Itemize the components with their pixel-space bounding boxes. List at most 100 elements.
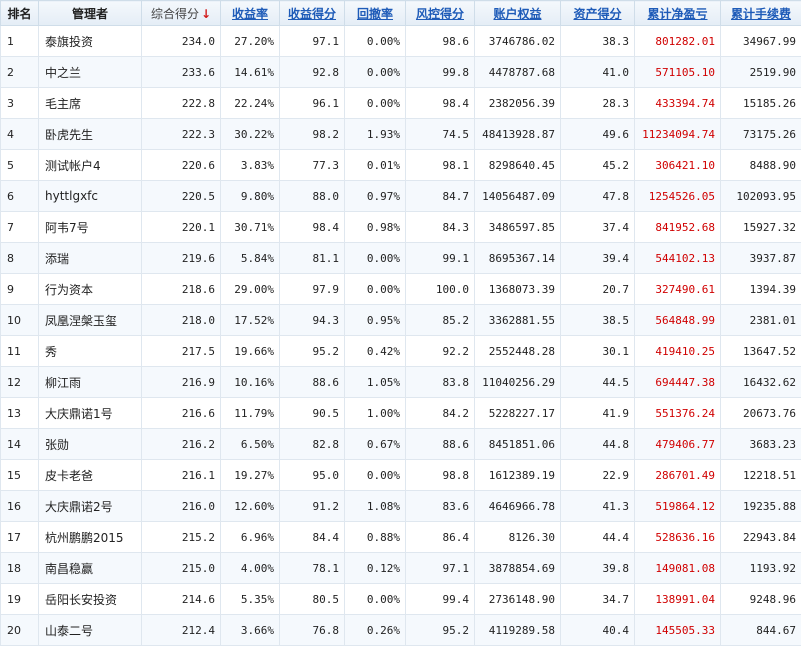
header-asset-score[interactable]: 资产得分 <box>560 0 635 26</box>
cell-rank: 13 <box>0 397 39 429</box>
cell-fees: 102093.95 <box>720 180 801 212</box>
cell-manager[interactable]: 杭州鹏鹏2015 <box>38 521 142 553</box>
table-row: 17 杭州鹏鹏2015 215.2 6.96% 84.4 0.88% 86.4 8126.30… <box>0 521 801 553</box>
cell-return-rate: 19.66% <box>220 335 280 367</box>
cell-manager[interactable]: 大庆鼎诺1号 <box>38 397 142 429</box>
cell-manager[interactable]: 柳江雨 <box>38 366 142 398</box>
cell-drawdown: 0.12% <box>344 552 406 584</box>
cell-account-equity: 4478787.68 <box>474 56 561 88</box>
cell-return-rate: 30.71% <box>220 211 280 243</box>
cell-rank: 5 <box>0 149 39 181</box>
header-overall-score-label: 综合得分 <box>150 6 199 21</box>
header-net-profit[interactable]: 累计净盈亏 <box>634 0 721 26</box>
cell-drawdown: 1.08% <box>344 490 406 522</box>
cell-overall-score: 219.6 <box>141 242 221 274</box>
cell-rank: 17 <box>0 521 39 553</box>
cell-manager[interactable]: 南昌稳赢 <box>38 552 142 584</box>
header-return-score[interactable]: 收益得分 <box>279 0 345 26</box>
cell-account-equity: 11040256.29 <box>474 366 561 398</box>
header-fees[interactable]: 累计手续费 <box>720 0 801 26</box>
cell-manager[interactable]: 张勋 <box>38 428 142 460</box>
cell-return-rate: 29.00% <box>220 273 280 305</box>
cell-manager[interactable]: 秀 <box>38 335 142 367</box>
cell-return-rate: 30.22% <box>220 118 280 150</box>
cell-manager[interactable]: hyttlgxfc <box>38 180 142 212</box>
header-manager: 管理者 <box>38 0 142 26</box>
cell-manager[interactable]: 测试帐户4 <box>38 149 142 181</box>
cell-risk-score: 99.1 <box>405 242 475 274</box>
cell-account-equity: 48413928.87 <box>474 118 561 150</box>
cell-return-rate: 22.24% <box>220 87 280 119</box>
cell-drawdown: 0.00% <box>344 87 406 119</box>
cell-account-equity: 4646966.78 <box>474 490 561 522</box>
cell-drawdown: 0.95% <box>344 304 406 336</box>
cell-rank: 6 <box>0 180 39 212</box>
cell-return-rate: 14.61% <box>220 56 280 88</box>
cell-drawdown: 0.01% <box>344 149 406 181</box>
cell-fees: 3937.87 <box>720 242 801 274</box>
cell-return-score: 98.4 <box>279 211 345 243</box>
cell-return-rate: 12.60% <box>220 490 280 522</box>
cell-rank: 12 <box>0 366 39 398</box>
cell-net-profit: 479406.77 <box>634 428 721 460</box>
cell-manager[interactable]: 添瑞 <box>38 242 142 274</box>
cell-return-rate: 6.50% <box>220 428 280 460</box>
cell-asset-score: 30.1 <box>560 335 635 367</box>
table-row: 14 张勋 216.2 6.50% 82.8 0.67% 88.6 8451851.06 44.… <box>0 428 801 460</box>
cell-manager[interactable]: 皮卡老爸 <box>38 459 142 491</box>
cell-manager[interactable]: 山泰二号 <box>38 614 142 646</box>
cell-net-profit: 564848.99 <box>634 304 721 336</box>
cell-manager[interactable]: 泰旗投资 <box>38 25 142 57</box>
cell-net-profit: 1254526.05 <box>634 180 721 212</box>
cell-risk-score: 85.2 <box>405 304 475 336</box>
cell-return-score: 92.8 <box>279 56 345 88</box>
cell-overall-score: 216.9 <box>141 366 221 398</box>
cell-asset-score: 39.8 <box>560 552 635 584</box>
cell-rank: 1 <box>0 25 39 57</box>
header-return-rate[interactable]: 收益率 <box>220 0 280 26</box>
cell-risk-score: 97.1 <box>405 552 475 584</box>
cell-fees: 2381.01 <box>720 304 801 336</box>
cell-return-score: 90.5 <box>279 397 345 429</box>
cell-account-equity: 3486597.85 <box>474 211 561 243</box>
cell-manager[interactable]: 凤凰涅槃玉玺 <box>38 304 142 336</box>
cell-net-profit: 419410.25 <box>634 335 721 367</box>
cell-manager[interactable]: 阿韦7号 <box>38 211 142 243</box>
cell-manager[interactable]: 卧虎先生 <box>38 118 142 150</box>
cell-return-score: 82.8 <box>279 428 345 460</box>
header-risk-score[interactable]: 风控得分 <box>405 0 475 26</box>
header-account-equity[interactable]: 账户权益 <box>474 0 561 26</box>
cell-rank: 7 <box>0 211 39 243</box>
cell-fees: 19235.88 <box>720 490 801 522</box>
cell-account-equity: 8298640.45 <box>474 149 561 181</box>
cell-risk-score: 99.8 <box>405 56 475 88</box>
cell-drawdown: 0.00% <box>344 56 406 88</box>
cell-rank: 14 <box>0 428 39 460</box>
cell-overall-score: 222.8 <box>141 87 221 119</box>
cell-risk-score: 92.2 <box>405 335 475 367</box>
cell-overall-score: 216.6 <box>141 397 221 429</box>
cell-manager[interactable]: 行为资本 <box>38 273 142 305</box>
cell-fees: 15927.32 <box>720 211 801 243</box>
cell-rank: 11 <box>0 335 39 367</box>
header-overall-score[interactable]: 综合得分 ↓ <box>141 0 221 26</box>
header-drawdown[interactable]: 回撤率 <box>344 0 406 26</box>
cell-manager[interactable]: 大庆鼎诺2号 <box>38 490 142 522</box>
cell-manager[interactable]: 岳阳长安投资 <box>38 583 142 615</box>
cell-risk-score: 86.4 <box>405 521 475 553</box>
cell-risk-score: 100.0 <box>405 273 475 305</box>
cell-return-score: 91.2 <box>279 490 345 522</box>
cell-manager[interactable]: 中之兰 <box>38 56 142 88</box>
cell-return-rate: 27.20% <box>220 25 280 57</box>
cell-rank: 8 <box>0 242 39 274</box>
cell-return-score: 95.2 <box>279 335 345 367</box>
cell-asset-score: 22.9 <box>560 459 635 491</box>
cell-manager[interactable]: 毛主席 <box>38 87 142 119</box>
table-row: 12 柳江雨 216.9 10.16% 88.6 1.05% 83.8 11040256.29… <box>0 366 801 398</box>
table-row: 20 山泰二号 212.4 3.66% 76.8 0.26% 95.2 4119289.58 4… <box>0 614 801 646</box>
sort-down-arrow-icon: ↓ <box>200 6 212 21</box>
cell-asset-score: 34.7 <box>560 583 635 615</box>
cell-asset-score: 44.5 <box>560 366 635 398</box>
cell-risk-score: 74.5 <box>405 118 475 150</box>
cell-overall-score: 220.1 <box>141 211 221 243</box>
